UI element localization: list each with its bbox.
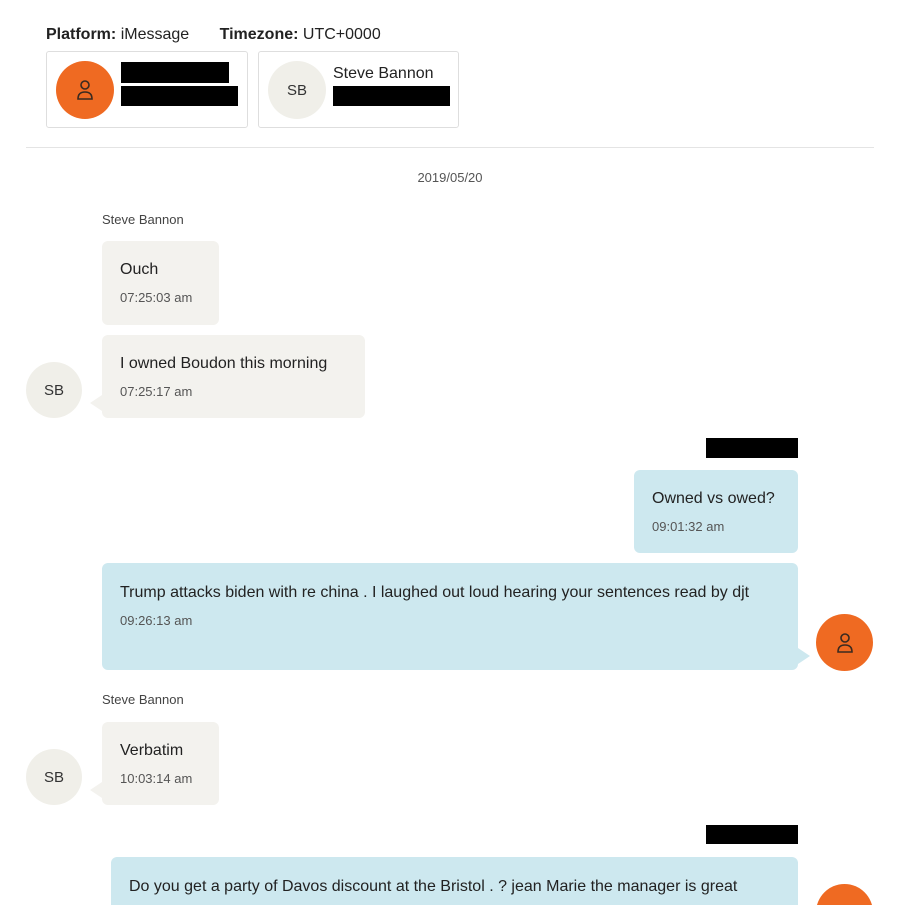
timezone-value: UTC+0000	[302, 26, 381, 43]
avatar-owner	[816, 614, 873, 671]
message-bubble-outgoing[interactable]: Trump attacks biden with re china . I la…	[102, 563, 798, 670]
redacted-name	[121, 62, 229, 83]
avatar-initials: SB	[43, 381, 64, 399]
participant-name: Steve Bannon	[333, 65, 434, 82]
message-bubble-incoming[interactable]: I owned Boudon this morning 07:25:17 am	[102, 335, 365, 418]
message-text: I owned Boudon this morning	[120, 355, 328, 372]
redacted-handle	[121, 86, 238, 106]
message-text: Verbatim	[120, 742, 184, 759]
timezone-label: Timezone:	[219, 26, 299, 43]
message-bubble-outgoing[interactable]: Owned vs owed? 09:01:32 am	[634, 470, 798, 553]
avatar: SB	[268, 61, 326, 119]
message-time: 07:25:17 am	[120, 384, 193, 399]
message-time: 07:25:03 am	[120, 290, 193, 305]
redacted-sender-name	[706, 438, 798, 458]
message-bubble-incoming[interactable]: Verbatim 10:03:14 am	[102, 722, 219, 805]
avatar-sb: SB	[26, 749, 82, 805]
timezone-info: Timezone: UTC+0000	[220, 26, 381, 44]
avatar-initials: SB	[43, 768, 64, 786]
sender-name: Steve Bannon	[102, 692, 184, 707]
platform-label: Platform:	[46, 26, 117, 43]
redacted-sender-name	[706, 825, 798, 844]
message-text: Trump attacks biden with re china . I la…	[120, 584, 750, 601]
message-bubble-incoming[interactable]: Ouch 07:25:03 am	[102, 241, 219, 325]
avatar	[56, 61, 114, 119]
participant-card-steve-bannon[interactable]: SB Steve Bannon	[258, 51, 459, 128]
bubble-tail	[90, 782, 102, 798]
participant-card-owner[interactable]	[46, 51, 248, 128]
bubble-tail	[90, 395, 102, 411]
message-text: Do you get a party of Davos discount at …	[129, 878, 738, 895]
conversation-meta: Platform: iMessage Timezone: UTC+0000	[46, 26, 407, 44]
sender-name: Steve Bannon	[102, 212, 184, 227]
avatar-owner	[816, 884, 873, 905]
message-bubble-outgoing[interactable]: Do you get a party of Davos discount at …	[111, 857, 798, 905]
platform-value: iMessage	[120, 26, 190, 43]
bubble-tail	[798, 648, 810, 664]
person-icon	[836, 632, 854, 654]
message-time: 09:01:32 am	[652, 519, 725, 534]
person-icon	[76, 79, 94, 101]
platform-info: Platform: iMessage	[46, 26, 189, 44]
message-text: Ouch	[120, 261, 159, 278]
avatar-initials: SB	[286, 81, 307, 99]
avatar-sb: SB	[26, 362, 82, 418]
redacted-handle	[333, 86, 450, 106]
message-time: 09:26:13 am	[120, 613, 193, 628]
date-separator: 2019/05/20	[417, 170, 483, 185]
divider	[26, 147, 874, 148]
message-text: Owned vs owed?	[652, 490, 775, 507]
message-time: 10:03:14 am	[120, 771, 193, 786]
